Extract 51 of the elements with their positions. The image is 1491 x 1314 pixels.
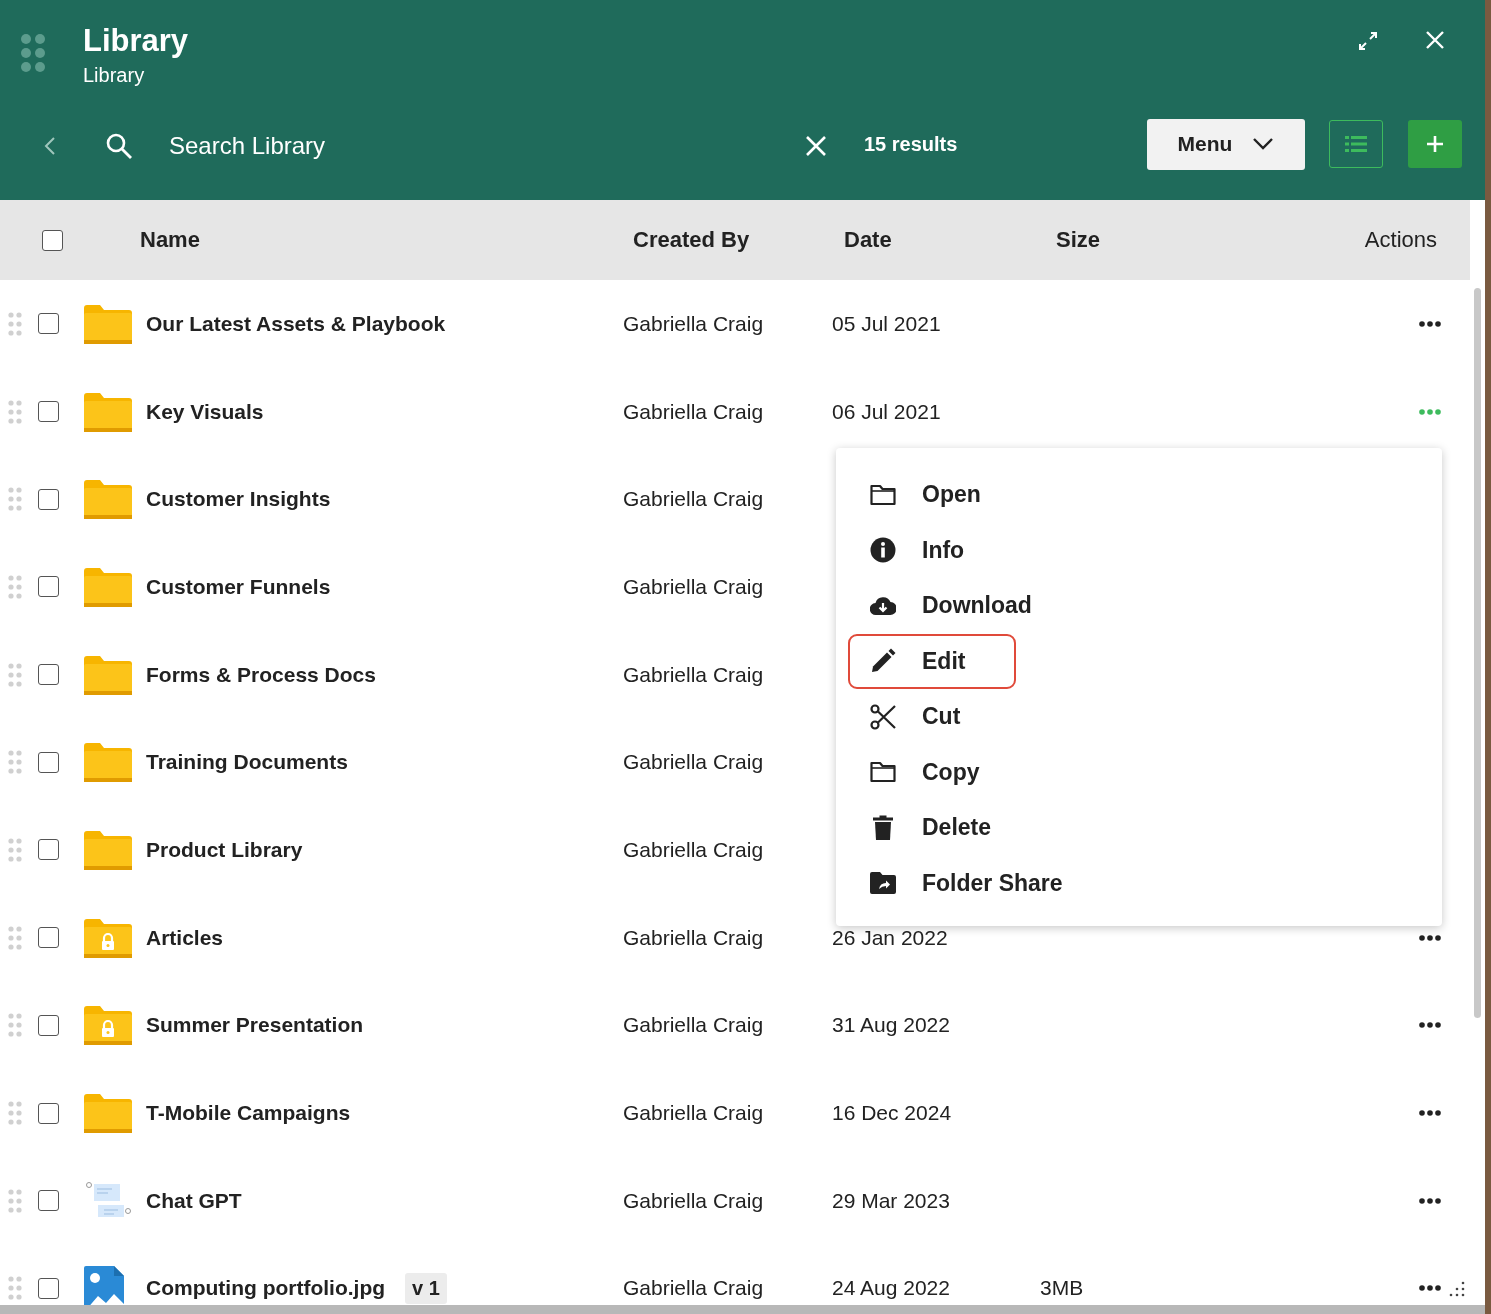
menu-item[interactable]: Delete: [848, 800, 1018, 856]
menu-item[interactable]: Info: [848, 522, 1016, 578]
column-header[interactable]: Date: [844, 227, 892, 252]
column-header[interactable]: Name: [140, 227, 623, 253]
menu-item[interactable]: Open: [848, 467, 1016, 523]
file-name[interactable]: T-Mobile Campaigns: [146, 1101, 351, 1126]
date-text: 26 Jan 2022: [832, 925, 948, 949]
file-name[interactable]: Forms & Process Docs: [146, 662, 376, 687]
creator-name: Gabriella Craig: [623, 662, 764, 686]
creator-name: Gabriella Craig: [623, 750, 764, 774]
window-title: Library: [83, 22, 189, 60]
file-name[interactable]: Training Documents: [146, 750, 348, 775]
window-subtitle: Library: [83, 63, 146, 88]
file-name[interactable]: Customer Funnels: [146, 574, 331, 599]
file-name[interactable]: Summer Presentation: [146, 1013, 364, 1038]
column-header: Actions: [1364, 227, 1437, 253]
menu-item[interactable]: Copy: [848, 744, 1016, 800]
menu-button[interactable]: Menu: [1147, 118, 1305, 170]
file-name[interactable]: Customer Insights: [146, 487, 331, 512]
file-name[interactable]: Computing portfolio.jpg: [146, 1276, 386, 1301]
creator-name: Gabriella Craig: [623, 399, 764, 423]
file-name[interactable]: Product Library: [146, 837, 303, 862]
results-count: 15 results: [864, 132, 958, 156]
menu-item[interactable]: Cut: [848, 689, 1016, 745]
menu-item[interactable]: Folder Share: [848, 855, 1089, 911]
date-text: 16 Dec 2024: [832, 1101, 952, 1125]
creator-name: Gabriella Craig: [623, 837, 764, 861]
creator-name: Gabriella Craig: [623, 1276, 764, 1300]
creator-name: Gabriella Craig: [623, 1101, 764, 1125]
date-text: 29 Mar 2023: [832, 1188, 950, 1212]
menu-item[interactable]: Download: [848, 578, 1058, 634]
file-name[interactable]: Articles: [146, 925, 224, 950]
date-text: 05 Jul 2021: [832, 311, 941, 335]
file-name[interactable]: Our Latest Assets & Playbook: [146, 311, 446, 336]
creator-name: Gabriella Craig: [623, 574, 764, 598]
creator-name: Gabriella Craig: [623, 1013, 764, 1037]
file-name[interactable]: Chat GPT: [146, 1188, 242, 1213]
file-name[interactable]: Key Visuals: [146, 399, 264, 424]
date-text: 06 Jul 2021: [832, 399, 941, 423]
menu-item[interactable]: Edit: [848, 633, 1016, 689]
creator-name: Gabriella Craig: [623, 487, 764, 511]
version-badge: v 1: [405, 1272, 447, 1304]
date-text: 24 Aug 2022: [832, 1276, 950, 1300]
size-text: 3MB: [1040, 1276, 1084, 1300]
date-text: 31 Aug 2022: [832, 1013, 950, 1037]
column-header[interactable]: Created By: [633, 227, 750, 252]
creator-name: Gabriella Craig: [623, 925, 764, 949]
search-field[interactable]: Search Library: [169, 132, 789, 160]
column-header[interactable]: Size: [1056, 227, 1101, 252]
creator-name: Gabriella Craig: [623, 1188, 764, 1212]
creator-name: Gabriella Craig: [623, 311, 764, 335]
